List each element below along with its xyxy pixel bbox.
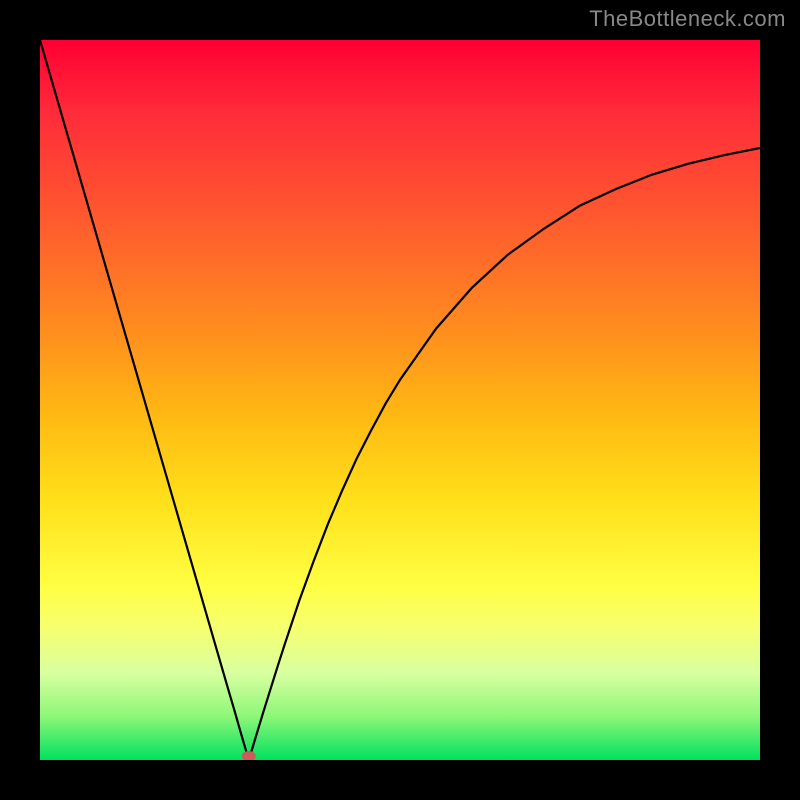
bottleneck-chart xyxy=(40,40,760,760)
chart-frame: TheBottleneck.com xyxy=(0,0,800,800)
minimum-marker xyxy=(242,751,256,760)
plot-area xyxy=(40,40,760,760)
bottleneck-curve xyxy=(40,40,760,760)
watermark-text: TheBottleneck.com xyxy=(589,6,786,32)
